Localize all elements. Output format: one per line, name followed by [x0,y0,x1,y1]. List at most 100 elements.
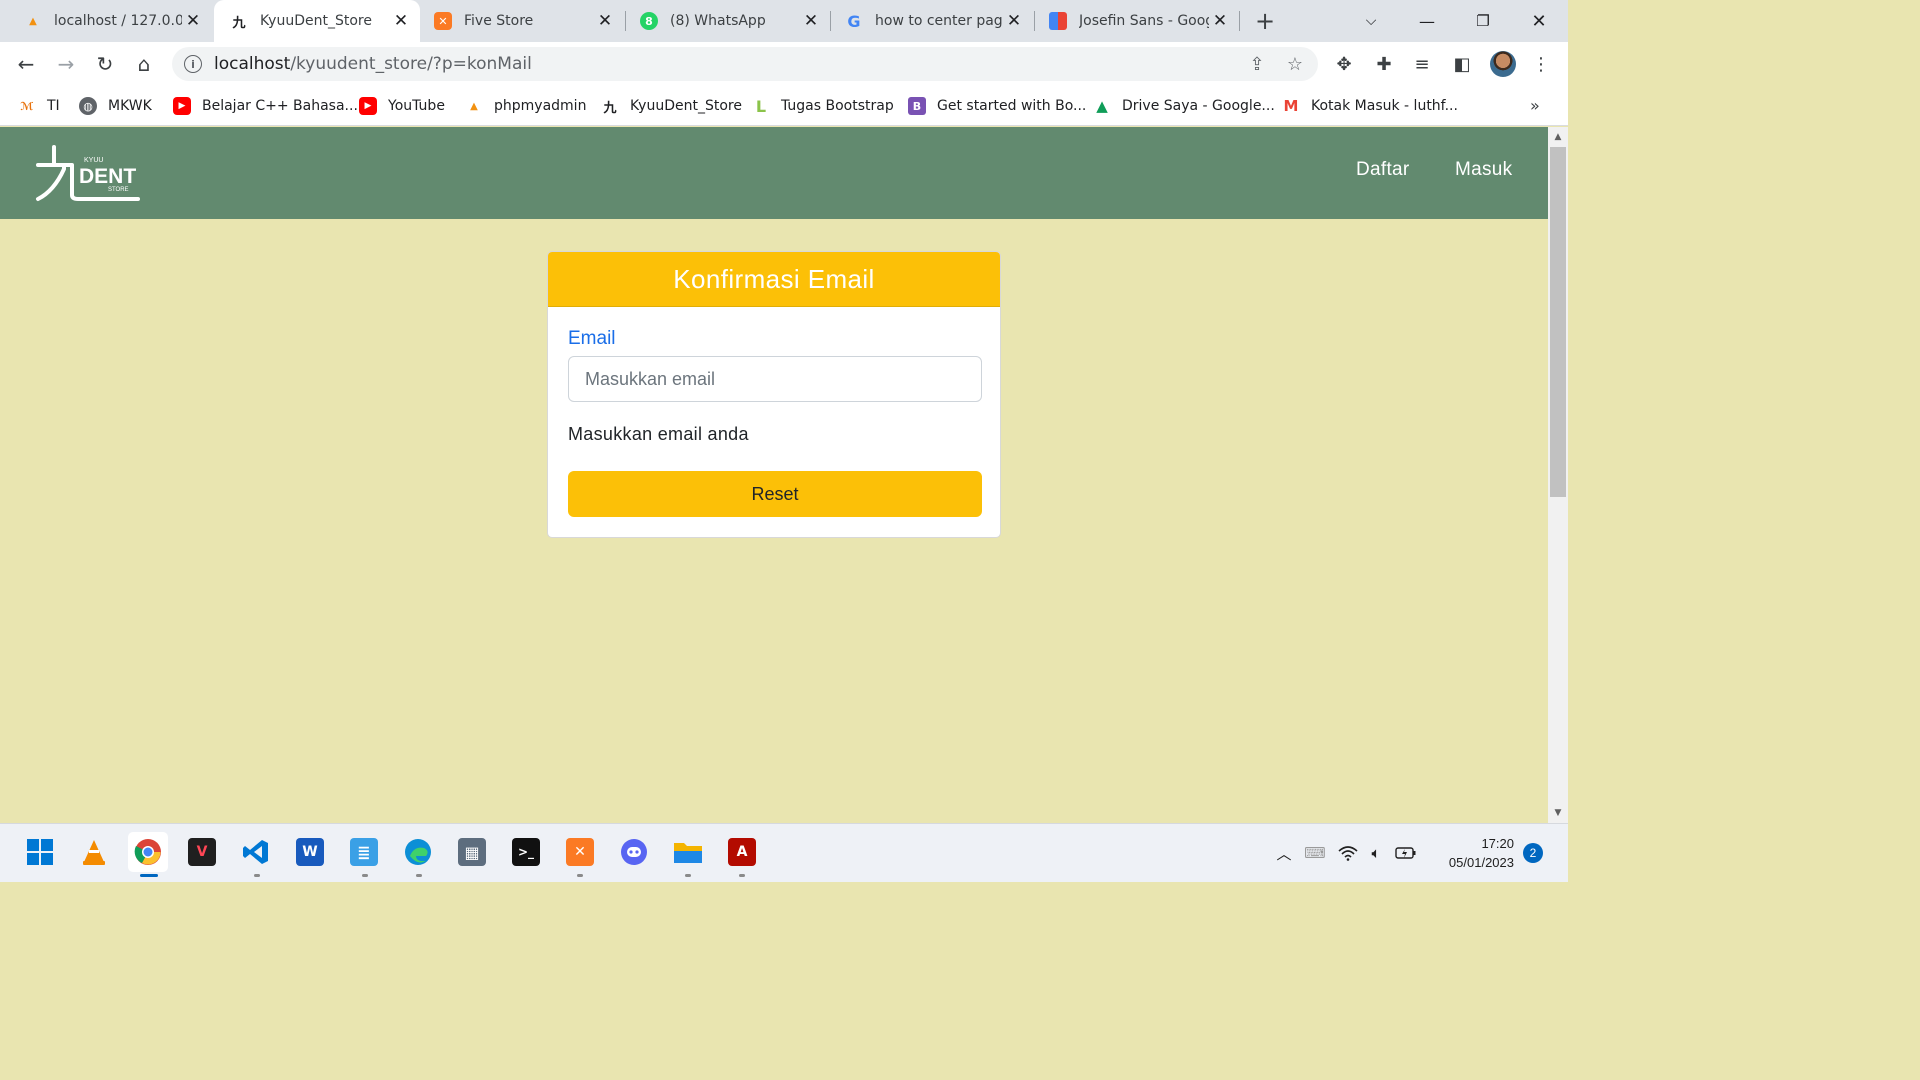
file-explorer-icon[interactable] [668,832,708,872]
logo-top-text: KYUU [84,157,103,164]
tab-google-fonts[interactable]: Josefin Sans - Google Fonts ✕ [1035,0,1239,42]
google-drive-icon: ▲ [1096,97,1108,115]
scroll-down-arrow-icon[interactable]: ▼ [1548,805,1568,821]
pen-workspace-icon[interactable]: ⌨ [1304,842,1326,864]
running-indicator [577,874,583,877]
xampp-icon[interactable]: ✕ [560,832,600,872]
volume-icon[interactable]: 🔈︎ [1365,842,1387,864]
tab-kyuudent-store[interactable]: 九 KyuuDent_Store ✕ [214,0,420,42]
tab-five-store[interactable]: ✕ Five Store ✕ [420,0,624,42]
address-url[interactable]: localhost/kyuudent_store/?p=konMail [214,54,532,74]
bookmark-google-drive[interactable]: ▲ Drive Saya - Google... [1093,94,1275,118]
edge-icon[interactable] [398,832,438,872]
xampp-icon: ✕ [434,12,452,30]
bookmark-ti[interactable]: ℳ TI [18,94,59,118]
site-navbar: KYUU DENT STORE Daftar Masuk [0,127,1548,219]
close-icon[interactable]: ✕ [594,10,616,32]
discord-icon[interactable] [614,832,654,872]
media-playlist-icon[interactable]: ≡ [1410,52,1434,76]
browser-tab-strip: ▲ localhost / 127.0.0.1 ✕ 九 KyuuDent_Sto… [0,0,1568,42]
extensions-puzzle-icon[interactable]: ✚ [1372,52,1396,76]
bookmarks-bar: ℳ TI ◍ MKWK ▶ Belajar C++ Bahasa... ▶ Yo… [0,86,1568,126]
bookmark-gmail[interactable]: M Kotak Masuk - luthf... [1282,94,1458,118]
gmail-icon: M [1283,97,1299,115]
chrome-menu-icon[interactable]: ⋮ [1529,52,1553,76]
kyuudent-logo-mark: KYUU DENT STORE [36,145,140,201]
home-icon[interactable]: ⌂ [130,50,158,78]
scroll-thumb[interactable] [1550,147,1566,497]
running-indicator [362,874,368,877]
terminal-icon[interactable]: >_ [506,832,546,872]
system-clock[interactable]: 17:20 05/01/2023 [1430,834,1514,872]
tray-overflow-chevron-icon[interactable]: ︿ [1273,842,1295,864]
email-input[interactable] [568,356,982,402]
share-icon[interactable]: ⇪ [1246,53,1268,75]
valorant-icon[interactable]: V [182,832,222,872]
close-icon[interactable]: ✕ [1209,10,1231,32]
email-confirmation-card: Konfirmasi Email Email Masukkan email an… [547,251,1001,538]
tab-localhost[interactable]: ▲ localhost / 127.0.0.1 ✕ [0,0,212,42]
card-title: Konfirmasi Email [548,252,1000,307]
logo-bottom-text: STORE [108,187,129,193]
address-bar[interactable]: i localhost/kyuudent_store/?p=konMail ⇪ … [172,47,1318,81]
restore-icon[interactable]: ❐ [1468,6,1498,36]
word-icon[interactable]: W [290,832,330,872]
close-icon[interactable]: ✕ [800,10,822,32]
bookmark-phpmyadmin[interactable]: ▲ phpmyadmin [465,94,586,118]
new-tab-button[interactable]: + [1252,7,1278,35]
browser-toolbar: ← → ↻ ⌂ i localhost/kyuudent_store/?p=ko… [0,42,1568,86]
forward-arrow-icon[interactable]: → [52,50,80,78]
notification-badge[interactable]: 2 [1523,843,1543,863]
side-panel-icon[interactable]: ◧ [1450,52,1474,76]
back-arrow-icon[interactable]: ← [12,50,40,78]
running-indicator [739,874,745,877]
scroll-up-arrow-icon[interactable]: ▲ [1548,129,1568,145]
laravel-icon: L [755,96,767,116]
clock-time: 17:20 [1481,836,1514,851]
vscode-icon[interactable] [236,832,276,872]
bookmark-tugas-bootstrap[interactable]: L Tugas Bootstrap [752,94,894,118]
calculator-icon[interactable]: ▦ [452,832,492,872]
tab-search-chevron-icon[interactable]: ⌵ [1356,6,1386,36]
close-icon[interactable]: ✕ [1003,10,1025,32]
bookmark-mkwk[interactable]: ◍ MKWK [79,94,152,118]
bookmark-star-icon[interactable]: ☆ [1284,53,1306,75]
tab-separator [1239,11,1240,31]
bookmark-belajar-cpp[interactable]: ▶ Belajar C++ Bahasa... [173,94,358,118]
profile-avatar[interactable] [1490,51,1516,77]
tab-google-search[interactable]: G how to center pagination ✕ [831,0,1033,42]
running-indicator [685,874,691,877]
page-scrollbar[interactable]: ▲ ▼ [1548,127,1568,823]
kyuudent-logo[interactable]: KYUU DENT STORE [34,143,144,203]
notepad-icon[interactable]: ≣ [344,832,384,872]
tab-whatsapp[interactable]: 8 (8) WhatsApp ✕ [626,0,830,42]
clock-date: 05/01/2023 [1448,855,1514,870]
minimize-icon[interactable]: — [1412,6,1442,36]
reload-icon[interactable]: ↻ [91,50,119,78]
move-icon[interactable]: ✥ [1332,52,1356,76]
bookmarks-overflow-icon[interactable]: » [1530,96,1540,115]
site-info-icon[interactable]: i [184,55,202,73]
chrome-icon[interactable] [128,832,168,872]
globe-icon: ◍ [79,97,97,115]
google-icon: G [847,11,861,31]
youtube-icon: ▶ [359,97,377,115]
window-close-icon[interactable]: ✕ [1524,6,1554,36]
bookmark-bootstrap[interactable]: B Get started with Bo... [908,94,1086,118]
whatsapp-icon: 8 [640,12,658,30]
nav-login-link[interactable]: Masuk [1455,159,1512,181]
running-indicator [254,874,260,877]
battery-icon[interactable] [1395,842,1417,864]
bookmark-kyuudent-store[interactable]: 九 KyuuDent_Store [601,94,741,118]
email-help-text: Masukkan email anda [568,424,749,444]
wifi-icon[interactable] [1337,842,1359,864]
ti-icon: ℳ [20,99,34,113]
vlc-icon[interactable] [74,832,114,872]
reset-button[interactable]: Reset [568,471,982,517]
nav-register-link[interactable]: Daftar [1356,159,1410,181]
bookmark-youtube[interactable]: ▶ YouTube [359,94,445,118]
start-icon[interactable] [20,832,60,872]
acrobat-icon[interactable]: A [722,832,762,872]
close-icon[interactable]: ✕ [182,10,204,32]
close-icon[interactable]: ✕ [390,10,412,32]
